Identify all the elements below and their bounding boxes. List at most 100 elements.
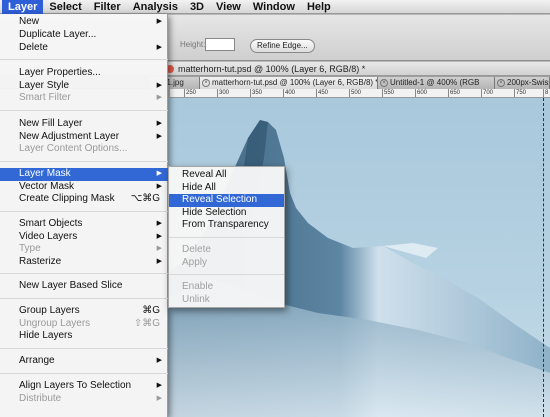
label: Vector Mask (19, 180, 75, 192)
menu-analysis[interactable]: Analysis (127, 0, 184, 14)
menu-item-smart-filter: Smart Filter ▶ (0, 92, 168, 105)
submenu-arrow-icon: ▶ (156, 232, 162, 240)
menu-separator (0, 211, 168, 212)
submenu-item-apply: Apply (182, 256, 208, 268)
label: New Fill Layer (19, 118, 83, 129)
refine-edge-button[interactable]: Refine Edge... (250, 39, 315, 53)
menu-item-align-layers-to-selection[interactable]: Align Layers To Selection ▶ (0, 380, 168, 393)
close-tab-icon[interactable]: × (202, 79, 210, 87)
tab-matterhorn[interactable]: × matterhorn-tut.psd @ 100% (Layer 6, RG… (200, 77, 378, 89)
submenu-item-delete: Delete (182, 244, 211, 255)
layer-menu: New ▶ Duplicate Layer... Delete ▶ Layer Pr… (0, 14, 168, 417)
close-tab-icon[interactable]: × (380, 79, 388, 87)
submenu-arrow-icon: ▶ (156, 245, 162, 252)
ruler-tick: 250 (184, 89, 197, 97)
shortcut: ⌥⌘G (130, 193, 160, 204)
label: Ungroup Layers (19, 317, 91, 329)
tab-label: 200px-Swiss (507, 78, 550, 87)
submenu-arrow-icon: ▶ (156, 357, 162, 364)
ruler-tick: 450 (316, 89, 329, 97)
menu-separator (0, 373, 168, 374)
submenu-arrow-icon: ▶ (156, 81, 162, 89)
label: Delete (19, 41, 48, 53)
menu-bar: Layer Select Filter Analysis 3D View Win… (0, 0, 550, 14)
menu-separator (169, 237, 284, 238)
menu-item-new-layer-based-slice[interactable]: New Layer Based Slice (0, 280, 168, 293)
menu-item-smart-objects[interactable]: Smart Objects ▶ (0, 218, 168, 231)
ruler-tick: 500 (349, 89, 362, 97)
submenu-arrow-icon: ▶ (156, 257, 162, 265)
height-label: Height: (180, 40, 206, 49)
ruler-tick: 750 (514, 89, 527, 97)
horizontal-ruler: 250 300 350 400 450 500 550 600 650 700 … (170, 89, 550, 98)
label: Arrange (19, 355, 55, 366)
document-title: matterhorn-tut.psd @ 100% (Layer 6, RGB/… (178, 64, 366, 74)
menu-help[interactable]: Help (301, 0, 337, 14)
label: Group Layers (19, 305, 80, 316)
submenu-item-reveal-selection[interactable]: Reveal Selection (169, 194, 284, 207)
submenu-item-reveal-all[interactable]: Reveal All (169, 169, 284, 182)
ruler-tick: 600 (415, 89, 428, 97)
ruler-tick: 350 (250, 89, 263, 97)
menu-item-type: Type ▶ (0, 243, 168, 256)
tab-label: Untitled-1 @ 400% (RGB (390, 78, 480, 87)
submenu-arrow-icon: ▶ (156, 220, 162, 227)
menu-item-delete[interactable]: Delete ▶ (0, 42, 168, 55)
menu-item-ungroup-layers: Ungroup Layers ⇧⌘G (0, 318, 168, 331)
submenu-arrow-icon: ▶ (156, 182, 162, 190)
menu-separator (0, 161, 168, 162)
label: Smart Filter (19, 92, 71, 103)
label: New (19, 16, 40, 27)
menu-item-arrange[interactable]: Arrange ▶ (0, 355, 168, 368)
menu-item-distribute: Distribute ▶ (0, 393, 168, 406)
submenu-arrow-icon: ▶ (156, 170, 162, 177)
menu-item-new[interactable]: New ▶ (0, 16, 168, 29)
ruler-tick: 8 (543, 89, 549, 97)
submenu-arrow-icon: ▶ (156, 18, 162, 25)
menu-item-layer-style[interactable]: Layer Style ▶ (0, 80, 168, 93)
menu-layer[interactable]: Layer (2, 0, 44, 14)
menu-item-layer-mask[interactable]: Layer Mask ▶ (0, 168, 168, 181)
menu-item-video-layers[interactable]: Video Layers ▶ (0, 231, 168, 244)
menu-item-new-adjustment-layer[interactable]: New Adjustment Layer ▶ (0, 131, 168, 144)
menu-item-vector-mask[interactable]: Vector Mask ▶ (0, 181, 168, 194)
menu-filter[interactable]: Filter (88, 0, 127, 14)
menu-item-layer-properties[interactable]: Layer Properties... (0, 67, 168, 80)
submenu-item-hide-all[interactable]: Hide All (169, 182, 284, 195)
submenu-arrow-icon: ▶ (156, 132, 162, 140)
tab-200px-swiss[interactable]: × 200px-Swiss (495, 77, 550, 89)
menu-3d[interactable]: 3D (184, 0, 210, 14)
menu-item-layer-content-options: Layer Content Options... (0, 143, 168, 156)
menu-item-new-fill-layer[interactable]: New Fill Layer ▶ (0, 118, 168, 131)
label: Layer Properties... (19, 67, 101, 78)
menu-window[interactable]: Window (247, 0, 301, 14)
menu-separator (0, 59, 168, 60)
menu-select[interactable]: Select (43, 0, 87, 14)
label: New Adjustment Layer (19, 130, 120, 142)
ruler-tick: 650 (448, 89, 461, 97)
ruler-tick: 400 (283, 89, 296, 97)
close-tab-icon[interactable]: × (497, 79, 505, 87)
submenu-item-enable: Enable (182, 281, 214, 292)
height-input[interactable] (205, 38, 235, 51)
menu-item-rasterize[interactable]: Rasterize ▶ (0, 256, 168, 269)
layer-mask-submenu: Reveal All Hide All Reveal Selection Hid… (168, 166, 285, 308)
label: Video Layers (19, 230, 78, 242)
submenu-item-hide-selection[interactable]: Hide Selection (169, 207, 284, 220)
shortcut: ⌘G (142, 305, 160, 316)
menu-item-group-layers[interactable]: Group Layers ⌘G (0, 305, 168, 318)
menu-item-create-clipping-mask[interactable]: Create Clipping Mask ⌥⌘G (0, 193, 168, 206)
tab-label: matterhorn-tut.psd @ 100% (Layer 6, RGB/… (212, 78, 378, 87)
menu-item-hide-layers[interactable]: Hide Layers (0, 330, 168, 343)
selection-marquee (543, 98, 544, 417)
submenu-arrow-icon: ▶ (156, 382, 162, 389)
tab-untitled-1[interactable]: × Untitled-1 @ 400% (RGB (378, 77, 495, 89)
submenu-arrow-icon: ▶ (156, 394, 162, 402)
menu-item-duplicate-layer[interactable]: Duplicate Layer... (0, 29, 168, 42)
ruler-tick: 300 (217, 89, 230, 97)
label: Smart Objects (19, 218, 83, 229)
menu-view[interactable]: View (210, 0, 247, 14)
label: Rasterize (19, 255, 62, 267)
submenu-item-from-transparency[interactable]: From Transparency (169, 219, 284, 232)
shortcut: ⇧⌘G (133, 317, 160, 329)
